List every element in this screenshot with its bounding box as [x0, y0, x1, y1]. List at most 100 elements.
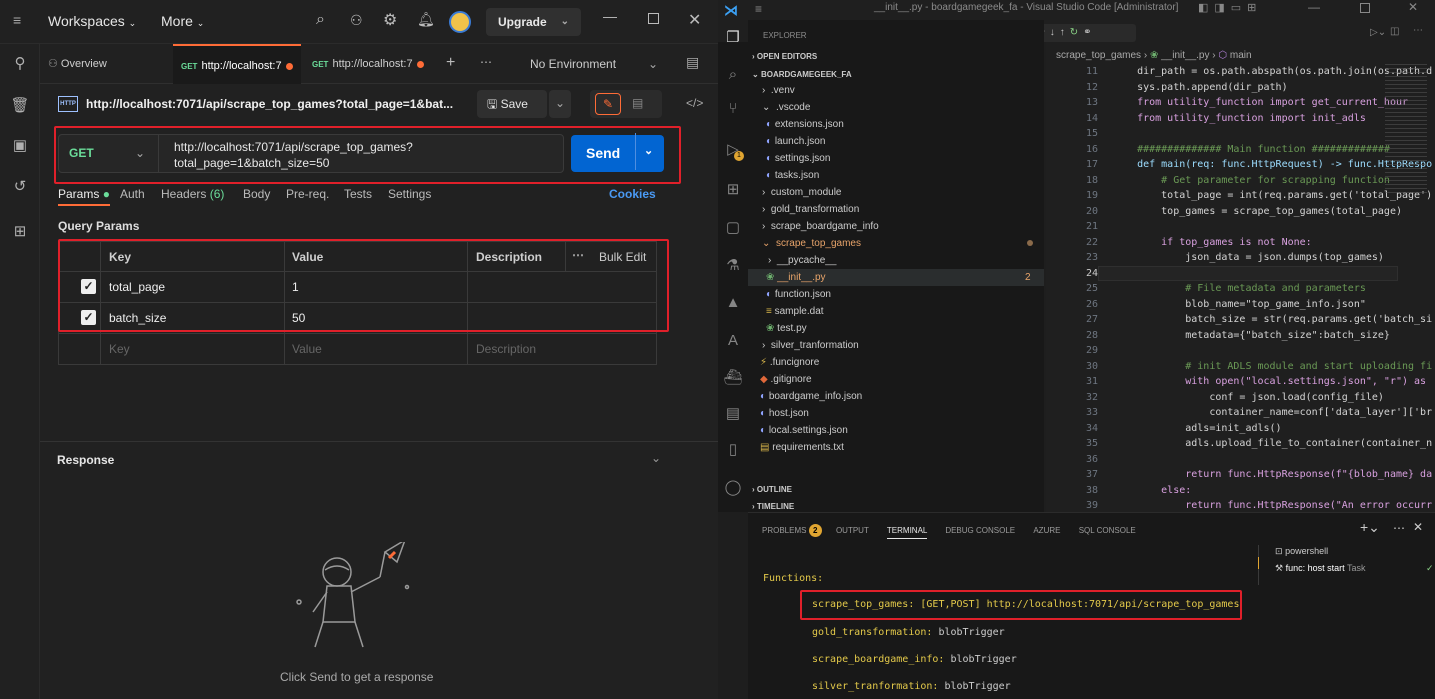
testing-icon[interactable]: ⚗ [722, 256, 744, 278]
tree-item[interactable]: › custom_module [762, 184, 841, 201]
tree-item[interactable]: › __pycache__ [768, 252, 836, 269]
notebook-icon[interactable]: ▯ [722, 440, 744, 462]
tab-prereq[interactable]: Pre-req. [286, 187, 329, 201]
disconnect-icon[interactable]: ⚭ [1083, 27, 1096, 38]
step-out-icon[interactable]: ↑ [1060, 27, 1070, 38]
breadcrumb-folder[interactable]: scrape_top_games [1056, 50, 1141, 61]
environment-select[interactable]: No Environment ⌄ [514, 52, 664, 76]
tab-params[interactable]: Params ● [58, 187, 110, 206]
tree-item[interactable]: ◐ launch.json [766, 133, 825, 150]
comment-icon[interactable]: ▤ [632, 96, 643, 110]
save-button[interactable]: 🖫︎ Save [477, 90, 547, 118]
maximize-button[interactable] [1360, 3, 1370, 13]
description-placeholder[interactable]: Description [476, 342, 536, 356]
add-workspace-icon[interactable]: ⊞ [10, 222, 30, 242]
tree-item[interactable]: › scrape_boardgame_info [762, 218, 879, 235]
notifications-bell-icon[interactable]: 🔔︎ [417, 11, 435, 28]
tree-item[interactable]: ◐ local.settings.json [760, 422, 848, 439]
settings-gear-icon[interactable]: ⚙ [383, 10, 397, 30]
tree-item[interactable]: ⌄ .vscode [762, 99, 810, 116]
azure-icon[interactable]: Α [722, 332, 744, 354]
minimap[interactable] [1385, 64, 1427, 194]
save-options-button[interactable]: ⌄ [549, 90, 571, 118]
account-icon[interactable]: ◯ [722, 478, 744, 500]
pages-icon[interactable]: ▤ [722, 404, 744, 426]
terminal-item-func[interactable]: ⚒ func: host start Task [1275, 563, 1365, 574]
edit-toggle[interactable]: ✎ ▤ [590, 90, 662, 118]
tree-item[interactable]: ◐ extensions.json [766, 116, 844, 133]
code-snippet-icon[interactable]: </> [686, 96, 703, 110]
tab-sql-console[interactable]: SQL CONSOLE [1079, 526, 1136, 535]
more-actions-icon[interactable]: ⋯ [1393, 521, 1405, 535]
maximize-button[interactable] [648, 13, 659, 24]
tree-item[interactable]: ◐ settings.json [766, 150, 830, 167]
run-icon[interactable]: ▷⌄ [1370, 27, 1386, 38]
new-terminal-plus-icon[interactable]: +⌄ [1360, 519, 1380, 536]
explorer-icon[interactable]: ❐ [722, 28, 744, 50]
tab-body[interactable]: Body [243, 187, 270, 201]
root-folder[interactable]: ⌄ BOARDGAMEGEEK_FA [752, 66, 852, 83]
tree-item[interactable]: ⚡︎ .funcignore [760, 354, 819, 371]
tree-item[interactable]: ◐ tasks.json [766, 167, 819, 184]
invite-icon[interactable]: ⚇ [350, 12, 363, 29]
breadcrumb-symbol[interactable]: main [1230, 50, 1252, 61]
search-icon[interactable]: ⌕ [722, 66, 744, 88]
tab-azure[interactable]: AZURE [1033, 526, 1060, 535]
history-icon[interactable]: ↺ [10, 177, 30, 197]
tree-item[interactable]: › gold_transformation [762, 201, 859, 218]
run-debug-icon[interactable]: ▷ 1 [722, 140, 744, 162]
remote-explorer-icon[interactable]: ▢ [722, 218, 744, 240]
tab-terminal[interactable]: TERMINAL [886, 526, 928, 539]
more-actions-icon[interactable]: ⋯ [1413, 25, 1423, 36]
tab-overview[interactable]: ⚇ Overview [48, 44, 168, 84]
tab-tests[interactable]: Tests [344, 187, 372, 201]
menu-icon[interactable]: ≡ [755, 2, 762, 16]
split-editor-icon[interactable]: ◫ [1390, 26, 1399, 37]
breadcrumb-file[interactable]: __init__.py [1161, 50, 1209, 61]
tab-settings[interactable]: Settings [388, 187, 431, 201]
tree-item[interactable]: ❀ test.py [766, 320, 807, 337]
tab-request-1[interactable]: GET http://localhost:7 [173, 44, 301, 84]
cookies-link[interactable]: Cookies [609, 187, 656, 201]
user-icon[interactable]: ⚲ [10, 54, 30, 74]
upgrade-button[interactable]: Upgrade ⌄ [486, 8, 581, 36]
source-control-icon[interactable]: ⑂ [722, 100, 744, 122]
tab-headers[interactable]: Headers (6) [161, 187, 224, 201]
tree-item[interactable]: ▤ requirements.txt [760, 439, 844, 456]
pencil-icon[interactable]: ✎ [595, 93, 621, 115]
new-tab-plus-icon[interactable]: + [446, 54, 455, 72]
value-placeholder[interactable]: Value [292, 342, 322, 356]
more-menu[interactable]: More ⌄ [161, 13, 204, 29]
request-title[interactable]: http://localhost:7071/api/scrape_top_gam… [86, 97, 453, 111]
tab-auth[interactable]: Auth [120, 187, 145, 201]
outline-section[interactable]: › OUTLINE [752, 481, 792, 498]
tree-item[interactable]: ≡ sample.dat [766, 303, 824, 320]
key-placeholder[interactable]: Key [109, 342, 130, 356]
chevron-down-icon[interactable]: ⌄ [651, 451, 661, 465]
minimize-button[interactable]: — [1308, 0, 1320, 14]
close-panel-icon[interactable]: ✕ [1413, 520, 1423, 534]
tab-problems[interactable]: PROBLEMS 2 [762, 524, 822, 537]
tree-item[interactable]: ❀ __init__.py [766, 269, 826, 286]
code-editor[interactable]: scrape_top_games › ❀ __init__.py › ⬡ mai… [1046, 42, 1435, 512]
tree-item[interactable]: ◆ .gitignore [760, 371, 812, 388]
minimize-button[interactable]: — [603, 8, 617, 24]
container-icon[interactable]: ⛴ [722, 368, 744, 390]
environment-quicklook-icon[interactable]: ▤ [686, 54, 699, 71]
tree-item[interactable]: › .venv [762, 82, 795, 99]
step-into-icon[interactable]: ↓ [1050, 27, 1060, 38]
more-tabs-icon[interactable]: ⋯ [480, 55, 492, 69]
api-icon[interactable]: ▣ [10, 136, 30, 156]
tree-item[interactable]: ◐ function.json [766, 286, 831, 303]
close-window-button[interactable]: ✕ [688, 10, 701, 30]
tree-item[interactable]: › silver_tranformation [762, 337, 859, 354]
tree-item[interactable]: ◐ boardgame_info.json [760, 388, 862, 405]
layout-icons[interactable]: ◧◨▭⊞ [1198, 1, 1262, 14]
open-editors-section[interactable]: › OPEN EDITORS [752, 48, 817, 65]
terminal-item-powershell[interactable]: ⊡ powershell [1275, 546, 1328, 557]
tree-item[interactable]: ◐ host.json [760, 405, 809, 422]
tab-debug-console[interactable]: DEBUG CONSOLE [945, 526, 1015, 535]
avatar[interactable] [449, 11, 471, 33]
tab-request-2[interactable]: GET http://localhost:7 [304, 44, 432, 84]
docker-icon[interactable]: ▲ [722, 294, 744, 316]
